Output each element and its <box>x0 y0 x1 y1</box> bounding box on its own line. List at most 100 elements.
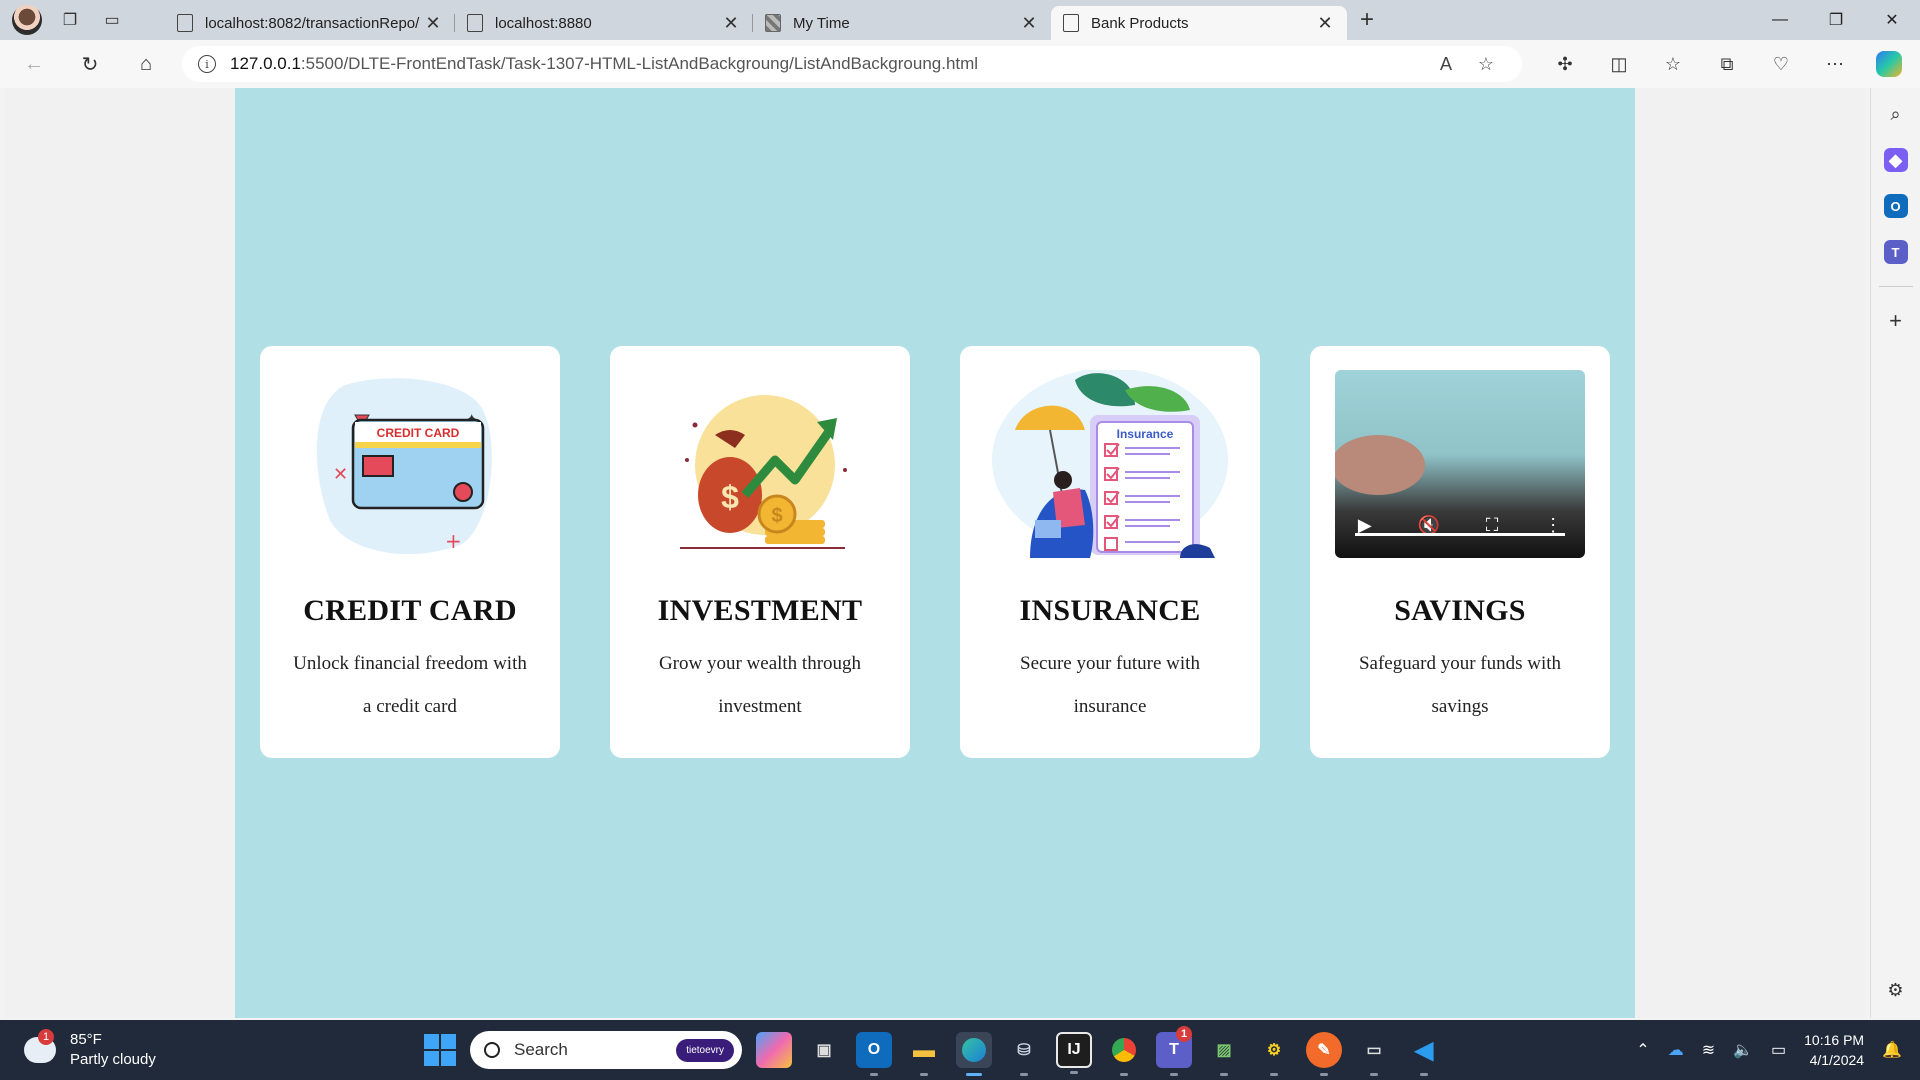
tab-my-time[interactable]: My Time ✕ <box>753 6 1051 40</box>
new-tab-button[interactable]: + <box>1347 6 1387 34</box>
card-title: INSURANCE <box>1019 594 1201 627</box>
copilot-icon <box>1876 51 1902 77</box>
video-progress-bar[interactable] <box>1355 533 1565 536</box>
page-background: ✕ + ✦ CREDIT CARD CREDIT CARD Unlock fin… <box>235 88 1635 1018</box>
partly-cloudy-icon: 1 <box>20 1029 56 1063</box>
edge-app-icon[interactable] <box>956 1032 992 1076</box>
card-description: Unlock financial freedom with a credit c… <box>293 653 527 717</box>
volume-muted-icon[interactable]: 🔈 <box>1733 1040 1753 1060</box>
notifications-bell-icon[interactable]: 🔔 <box>1882 1040 1902 1060</box>
close-tab-icon[interactable]: ✕ <box>423 13 443 34</box>
tab-bank-products[interactable]: Bank Products ✕ <box>1051 6 1347 40</box>
product-cards: ✕ + ✦ CREDIT CARD CREDIT CARD Unlock fin… <box>260 346 1610 758</box>
browser-tab-strip: ❐ ▭ localhost:8082/transactionRepo/ ✕ lo… <box>0 0 1920 40</box>
savings-video[interactable]: ▶ 🔇 ⛶ ⋮ <box>1335 370 1585 558</box>
tab-actions-icon[interactable]: ▭ <box>98 6 126 34</box>
copilot-preview-app-icon[interactable] <box>756 1032 792 1068</box>
teams-badge: 1 <box>1176 1026 1192 1042</box>
read-aloud-icon[interactable]: A <box>1426 54 1466 75</box>
outlook-app-icon[interactable]: O <box>856 1032 892 1076</box>
back-button[interactable]: ← <box>12 46 56 82</box>
battery-icon[interactable]: ▭ <box>1771 1040 1786 1060</box>
sidebar-settings-icon[interactable]: ⚙ <box>1884 978 1908 1002</box>
home-button[interactable]: ⌂ <box>124 46 168 82</box>
favorite-star-icon[interactable]: ☆ <box>1466 54 1506 75</box>
split-screen-icon[interactable]: ◫ <box>1592 46 1646 82</box>
extensions-icon[interactable]: ✣ <box>1538 46 1592 82</box>
file-explorer-icon[interactable]: ▬ <box>906 1032 942 1076</box>
window-controls: — ❐ ✕ <box>1752 0 1920 40</box>
collections-icon[interactable]: ⧉ <box>1700 46 1754 82</box>
close-window-button[interactable]: ✕ <box>1864 0 1920 40</box>
clock-date: 4/1/2024 <box>1809 1052 1865 1068</box>
sidebar-search-icon[interactable]: ⌕ <box>1884 102 1908 126</box>
intellij-app-icon[interactable]: IJ <box>1056 1032 1092 1074</box>
favorites-icon[interactable]: ☆ <box>1646 46 1700 82</box>
more-options-icon[interactable]: ⋯ <box>1808 46 1862 82</box>
chrome-app-icon[interactable] <box>1106 1032 1142 1076</box>
product-card-insurance: Insurance INSURANCE Secure your future w… <box>960 346 1260 758</box>
clock[interactable]: 10:16 PM 4/1/2024 <box>1804 1030 1864 1070</box>
url-host: 127.0.0.1 <box>230 54 301 73</box>
tab-title: localhost:8082/transactionRepo/ <box>205 14 420 32</box>
workspaces-icon[interactable]: ❐ <box>56 6 84 34</box>
svg-text:$: $ <box>721 479 739 515</box>
product-card-investment: $ $ INVESTMENT Grow your wealth through … <box>610 346 910 758</box>
tab-localhost-8880[interactable]: localhost:8880 ✕ <box>455 6 753 40</box>
edge-sidebar: ⌕ ◆ O T + ⚙ <box>1870 88 1920 1018</box>
product-card-credit-card: ✕ + ✦ CREDIT CARD CREDIT CARD Unlock fin… <box>260 346 560 758</box>
video-player[interactable]: ▶ 🔇 ⛶ ⋮ <box>1335 370 1585 558</box>
terminal-app-icon[interactable]: ▭ <box>1356 1032 1392 1076</box>
image-app-icon[interactable]: ▨ <box>1206 1032 1242 1076</box>
toolbar-right: ✣ ◫ ☆ ⧉ ♡ ⋯ <box>1538 46 1916 82</box>
profile-avatar[interactable] <box>12 5 42 35</box>
weather-temp: 85°F <box>70 1031 102 1048</box>
tab-title: localhost:8880 <box>495 14 592 32</box>
refresh-button[interactable]: ↻ <box>68 46 112 82</box>
page-icon <box>177 14 193 32</box>
piggy-bank-frame <box>1335 430 1433 500</box>
page-viewport: ✕ + ✦ CREDIT CARD CREDIT CARD Unlock fin… <box>5 88 1865 1018</box>
address-bar[interactable]: i 127.0.0.1:5500/DLTE-FrontEndTask/Task-… <box>182 46 1522 82</box>
show-hidden-icons-icon[interactable]: ⌃ <box>1636 1040 1649 1060</box>
sidebar-divider <box>1878 286 1913 287</box>
page-icon <box>467 14 483 32</box>
windows-start-icon[interactable] <box>424 1034 456 1066</box>
product-card-savings: ▶ 🔇 ⛶ ⋮ SAVINGS Safeguard your funds wit… <box>1310 346 1610 758</box>
settings-app-icon[interactable]: ⚙ <box>1256 1032 1292 1076</box>
restore-button[interactable]: ❐ <box>1808 0 1864 40</box>
browser-essentials-icon[interactable]: ♡ <box>1754 46 1808 82</box>
close-tab-icon[interactable]: ✕ <box>1315 13 1335 34</box>
card-title: SAVINGS <box>1394 594 1526 627</box>
sidebar-copilot-icon[interactable]: ◆ <box>1883 148 1908 172</box>
svg-text:$: $ <box>771 505 782 527</box>
task-view-icon[interactable]: ▣ <box>806 1032 842 1068</box>
system-tray: ⌃ ☁ ≋ 🔈 ▭ 10:16 PM 4/1/2024 🔔 <box>1636 1030 1902 1070</box>
investment-illustration: $ $ <box>635 370 885 558</box>
close-tab-icon[interactable]: ✕ <box>721 13 741 34</box>
taskbar-search[interactable]: Search tietoevry <box>470 1031 742 1069</box>
database-app-icon[interactable]: ⛁ <box>1006 1032 1042 1076</box>
search-highlight-pill: tietoevry <box>676 1038 734 1062</box>
card-title: CREDIT CARD <box>303 594 517 627</box>
tab-transaction-repo[interactable]: localhost:8082/transactionRepo/ ✕ <box>165 6 455 40</box>
card-description: Secure your future with insurance <box>1020 653 1200 717</box>
url-text[interactable]: 127.0.0.1:5500/DLTE-FrontEndTask/Task-13… <box>230 54 1426 74</box>
sidebar-add-icon[interactable]: + <box>1884 308 1908 333</box>
postman-app-icon[interactable]: ✎ <box>1306 1032 1342 1076</box>
copilot-button[interactable] <box>1862 46 1916 82</box>
credit-card-image-label: CREDIT CARD <box>377 426 460 440</box>
wifi-icon[interactable]: ≋ <box>1702 1040 1715 1060</box>
vscode-app-icon[interactable]: ◀ <box>1406 1032 1442 1076</box>
close-tab-icon[interactable]: ✕ <box>1019 13 1039 34</box>
onedrive-icon[interactable]: ☁ <box>1668 1040 1684 1060</box>
sidebar-outlook-icon[interactable]: O <box>1883 194 1908 218</box>
windows-taskbar: 1 85°F Partly cloudy Search tietoevry ▣ … <box>0 1020 1920 1080</box>
teams-app-icon[interactable]: T1 <box>1156 1026 1192 1076</box>
site-info-icon[interactable]: i <box>198 55 216 73</box>
weather-widget[interactable]: 1 85°F Partly cloudy <box>20 1029 424 1070</box>
minimize-button[interactable]: — <box>1752 0 1808 40</box>
sidebar-teams-icon[interactable]: T <box>1883 240 1908 264</box>
search-icon <box>484 1042 500 1058</box>
card-description: Grow your wealth through investment <box>658 653 862 717</box>
